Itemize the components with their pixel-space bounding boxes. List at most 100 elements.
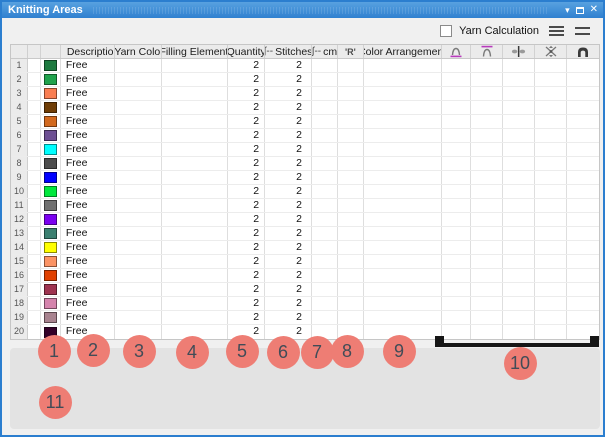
- table-row[interactable]: 3 Free 2 2: [11, 87, 599, 101]
- color-arrangement-cell[interactable]: [364, 157, 442, 170]
- row-select-cell[interactable]: [28, 269, 41, 282]
- carrier-cell[interactable]: [567, 255, 599, 268]
- yarn-color-swatch[interactable]: [43, 326, 57, 338]
- carrier-cell[interactable]: [567, 143, 599, 156]
- cm-cell[interactable]: [312, 311, 338, 324]
- yarn-feeder-cell[interactable]: [535, 171, 568, 184]
- quantity-cell[interactable]: 2: [228, 129, 266, 142]
- color-arrangement-cell[interactable]: [364, 171, 442, 184]
- title-bar[interactable]: Knitting Areas ▾ ✕: [2, 2, 603, 18]
- filling-element-cell[interactable]: [162, 227, 229, 240]
- quantity-cell[interactable]: 2: [228, 171, 266, 184]
- loop-underline-cell[interactable]: [442, 73, 472, 86]
- header-color-arrangement[interactable]: Color Arrangement: [364, 45, 442, 58]
- row-select-cell[interactable]: [28, 213, 41, 226]
- cm-cell[interactable]: [312, 143, 338, 156]
- filling-element-cell[interactable]: [162, 171, 229, 184]
- loop-underline-cell[interactable]: [442, 157, 472, 170]
- needle-cell[interactable]: [503, 129, 536, 142]
- description-cell[interactable]: Free: [61, 129, 115, 142]
- description-cell[interactable]: Free: [61, 213, 115, 226]
- loop-underline-cell[interactable]: [442, 241, 472, 254]
- quantity-cell[interactable]: 2: [228, 185, 266, 198]
- yarn-color-swatch-cell[interactable]: [41, 311, 61, 324]
- needle-cell[interactable]: [503, 227, 536, 240]
- yarn-color-swatch-cell[interactable]: [41, 255, 61, 268]
- yarn-color-cell[interactable]: [115, 171, 163, 184]
- carrier-cell[interactable]: [567, 59, 599, 72]
- needle-cell[interactable]: [503, 283, 536, 296]
- yarn-color-swatch[interactable]: [43, 284, 57, 295]
- needle-cell[interactable]: [503, 311, 536, 324]
- color-arrangement-cell[interactable]: [364, 143, 442, 156]
- filling-element-cell[interactable]: [162, 115, 229, 128]
- row-select-cell[interactable]: [28, 283, 41, 296]
- stitches-cell[interactable]: 2: [265, 255, 312, 268]
- description-cell[interactable]: Free: [61, 157, 115, 170]
- repeat-cell[interactable]: [338, 171, 364, 184]
- description-cell[interactable]: Free: [61, 269, 115, 282]
- color-arrangement-cell[interactable]: [364, 255, 442, 268]
- loop-underline-cell[interactable]: [442, 171, 472, 184]
- yarn-color-cell[interactable]: [115, 269, 163, 282]
- row-select-cell[interactable]: [28, 255, 41, 268]
- color-arrangement-cell[interactable]: [364, 311, 442, 324]
- quantity-cell[interactable]: 2: [228, 59, 266, 72]
- yarn-color-swatch-cell[interactable]: [41, 199, 61, 212]
- cm-cell[interactable]: [312, 157, 338, 170]
- needle-cell[interactable]: [503, 87, 536, 100]
- quantity-cell[interactable]: 2: [228, 87, 266, 100]
- cm-cell[interactable]: [312, 59, 338, 72]
- description-cell[interactable]: Free: [61, 297, 115, 310]
- stitches-cell[interactable]: 2: [265, 59, 312, 72]
- stitches-cell[interactable]: 2: [265, 213, 312, 226]
- needle-cell[interactable]: [503, 101, 536, 114]
- carrier-cell[interactable]: [567, 87, 599, 100]
- yarn-feeder-cell[interactable]: [535, 241, 568, 254]
- repeat-cell[interactable]: [338, 199, 364, 212]
- description-cell[interactable]: Free: [61, 241, 115, 254]
- needle-cell[interactable]: [503, 185, 536, 198]
- row-select-cell[interactable]: [28, 115, 41, 128]
- yarn-feeder-cell[interactable]: [535, 143, 568, 156]
- table-row[interactable]: 11 Free 2 2: [11, 199, 599, 213]
- description-cell[interactable]: Free: [61, 283, 115, 296]
- filling-element-cell[interactable]: [162, 199, 229, 212]
- carrier-cell[interactable]: [567, 213, 599, 226]
- yarn-color-cell[interactable]: [115, 157, 163, 170]
- yarn-feeder-cell[interactable]: [535, 213, 568, 226]
- yarn-color-swatch-cell[interactable]: [41, 87, 61, 100]
- row-select-cell[interactable]: [28, 157, 41, 170]
- header-carrier[interactable]: [567, 45, 599, 58]
- header-loop-overline[interactable]: [471, 45, 504, 58]
- yarn-color-cell[interactable]: [115, 213, 163, 226]
- yarn-color-cell[interactable]: [115, 199, 163, 212]
- loop-overline-cell[interactable]: [471, 283, 504, 296]
- stitches-cell[interactable]: 2: [265, 129, 312, 142]
- yarn-color-cell[interactable]: [115, 297, 163, 310]
- yarn-color-cell[interactable]: [115, 87, 163, 100]
- yarn-color-swatch[interactable]: [43, 298, 57, 309]
- needle-cell[interactable]: [503, 171, 536, 184]
- loop-underline-cell[interactable]: [442, 115, 472, 128]
- yarn-color-cell[interactable]: [115, 115, 163, 128]
- loop-underline-cell[interactable]: [442, 283, 472, 296]
- filling-element-cell[interactable]: [162, 157, 229, 170]
- color-arrangement-cell[interactable]: [364, 101, 442, 114]
- needle-cell[interactable]: [503, 269, 536, 282]
- yarn-color-swatch-cell[interactable]: [41, 283, 61, 296]
- loop-overline-cell[interactable]: [471, 115, 504, 128]
- needle-cell[interactable]: [503, 255, 536, 268]
- yarn-color-swatch-cell[interactable]: [41, 213, 61, 226]
- yarn-feeder-cell[interactable]: [535, 157, 568, 170]
- loop-overline-cell[interactable]: [471, 129, 504, 142]
- description-cell[interactable]: Free: [61, 87, 115, 100]
- description-cell[interactable]: Free: [61, 115, 115, 128]
- loop-underline-cell[interactable]: [442, 255, 472, 268]
- row-select-cell[interactable]: [28, 73, 41, 86]
- filling-element-cell[interactable]: [162, 269, 229, 282]
- filling-element-cell[interactable]: [162, 325, 229, 339]
- needle-cell[interactable]: [503, 199, 536, 212]
- yarn-color-swatch-cell[interactable]: [41, 325, 61, 339]
- quantity-cell[interactable]: 2: [228, 157, 266, 170]
